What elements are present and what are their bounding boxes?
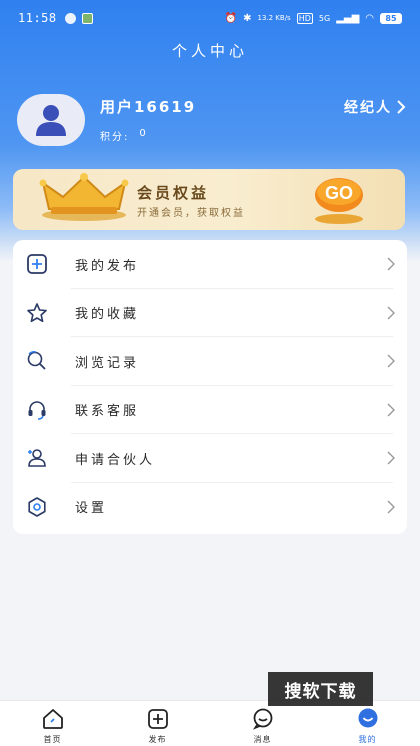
menu-list: 我的发布 我的收藏 浏览记录 联系客服 申请合伙人 设置 xyxy=(13,240,407,534)
user-name: 用户16619 xyxy=(100,98,197,116)
user-avatar-icon xyxy=(36,105,66,136)
status-bar: 11:58 ⏰ ✱ 13.2 KB/s HD 5G ▂▄▆ ◠ 85 xyxy=(0,0,420,36)
partner-icon xyxy=(25,446,49,470)
message-icon xyxy=(252,708,272,730)
menu-item-history[interactable]: 浏览记录 xyxy=(13,337,407,386)
add-square-icon xyxy=(25,252,49,276)
avatar[interactable] xyxy=(17,94,85,146)
tab-publish[interactable]: 发布 xyxy=(105,701,210,746)
signal-icon: ▂▄▆ xyxy=(336,12,360,24)
watermark: 搜软下载 xyxy=(268,672,373,706)
page-title: 个人中心 xyxy=(171,42,248,60)
battery-icon: 85 xyxy=(380,12,402,24)
tab-label: 发布 xyxy=(148,735,167,744)
chevron-right-icon xyxy=(387,451,395,465)
vip-title: 会员权益 xyxy=(137,184,210,202)
menu-item-label: 浏览记录 xyxy=(75,355,140,371)
signal-label: 5G xyxy=(318,13,331,23)
app-notification-icon xyxy=(81,12,93,24)
points-row: 积分: 0 xyxy=(100,128,148,143)
menu-item-my-posts[interactable]: 我的发布 xyxy=(13,240,407,289)
vip-go-button[interactable]: GO xyxy=(313,177,365,224)
chevron-right-icon xyxy=(387,306,395,319)
chevron-right-icon xyxy=(397,100,406,114)
menu-item-label: 设置 xyxy=(75,501,108,517)
gear-icon xyxy=(25,495,49,519)
chevron-right-icon xyxy=(387,257,395,271)
tab-profile[interactable]: 我的 xyxy=(315,701,420,746)
vip-subtitle: 开通会员，获取权益 xyxy=(137,208,245,219)
bluetooth-icon: ✱ xyxy=(243,12,252,24)
menu-item-label: 我的发布 xyxy=(75,258,140,274)
wifi-icon: ◠ xyxy=(365,12,374,24)
net-speed: 13.2 KB/s xyxy=(257,14,291,22)
chevron-right-icon xyxy=(387,354,395,368)
go-label: GO xyxy=(324,183,353,203)
menu-item-customer-service[interactable]: 联系客服 xyxy=(13,386,407,434)
star-icon xyxy=(25,301,49,325)
agent-link[interactable]: 经纪人 xyxy=(344,97,406,117)
home-icon xyxy=(42,709,63,729)
publish-icon xyxy=(147,709,168,729)
tab-messages[interactable]: 消息 xyxy=(210,701,315,746)
agent-label: 经纪人 xyxy=(344,100,392,116)
menu-item-label: 联系客服 xyxy=(75,404,140,420)
bottom-tab-bar: 首页 发布 消息 我的 xyxy=(0,700,420,746)
points-label: 积分: xyxy=(100,132,130,143)
crown-icon xyxy=(39,173,129,221)
vip-banner[interactable]: 会员权益 开通会员，获取权益 GO xyxy=(13,169,405,230)
menu-item-label: 我的收藏 xyxy=(75,307,140,323)
status-time: 11:58 xyxy=(18,11,57,25)
tab-home[interactable]: 首页 xyxy=(0,701,105,746)
alarm-icon: ⏰ xyxy=(224,12,238,24)
history-icon xyxy=(25,349,49,373)
headset-icon xyxy=(25,398,49,422)
menu-item-favorites[interactable]: 我的收藏 xyxy=(13,289,407,337)
tab-label: 我的 xyxy=(358,735,377,744)
tab-label: 消息 xyxy=(253,735,272,744)
menu-item-label: 申请合伙人 xyxy=(75,452,156,468)
profile-icon xyxy=(358,708,377,728)
menu-item-apply-partner[interactable]: 申请合伙人 xyxy=(13,434,407,483)
chevron-right-icon xyxy=(387,500,395,513)
chevron-right-icon xyxy=(387,403,395,416)
menu-item-settings[interactable]: 设置 xyxy=(13,483,407,532)
hd-badge: HD xyxy=(296,12,313,24)
tab-label: 首页 xyxy=(43,735,62,744)
notification-icon xyxy=(64,12,76,24)
points-value: 0 xyxy=(139,128,148,139)
